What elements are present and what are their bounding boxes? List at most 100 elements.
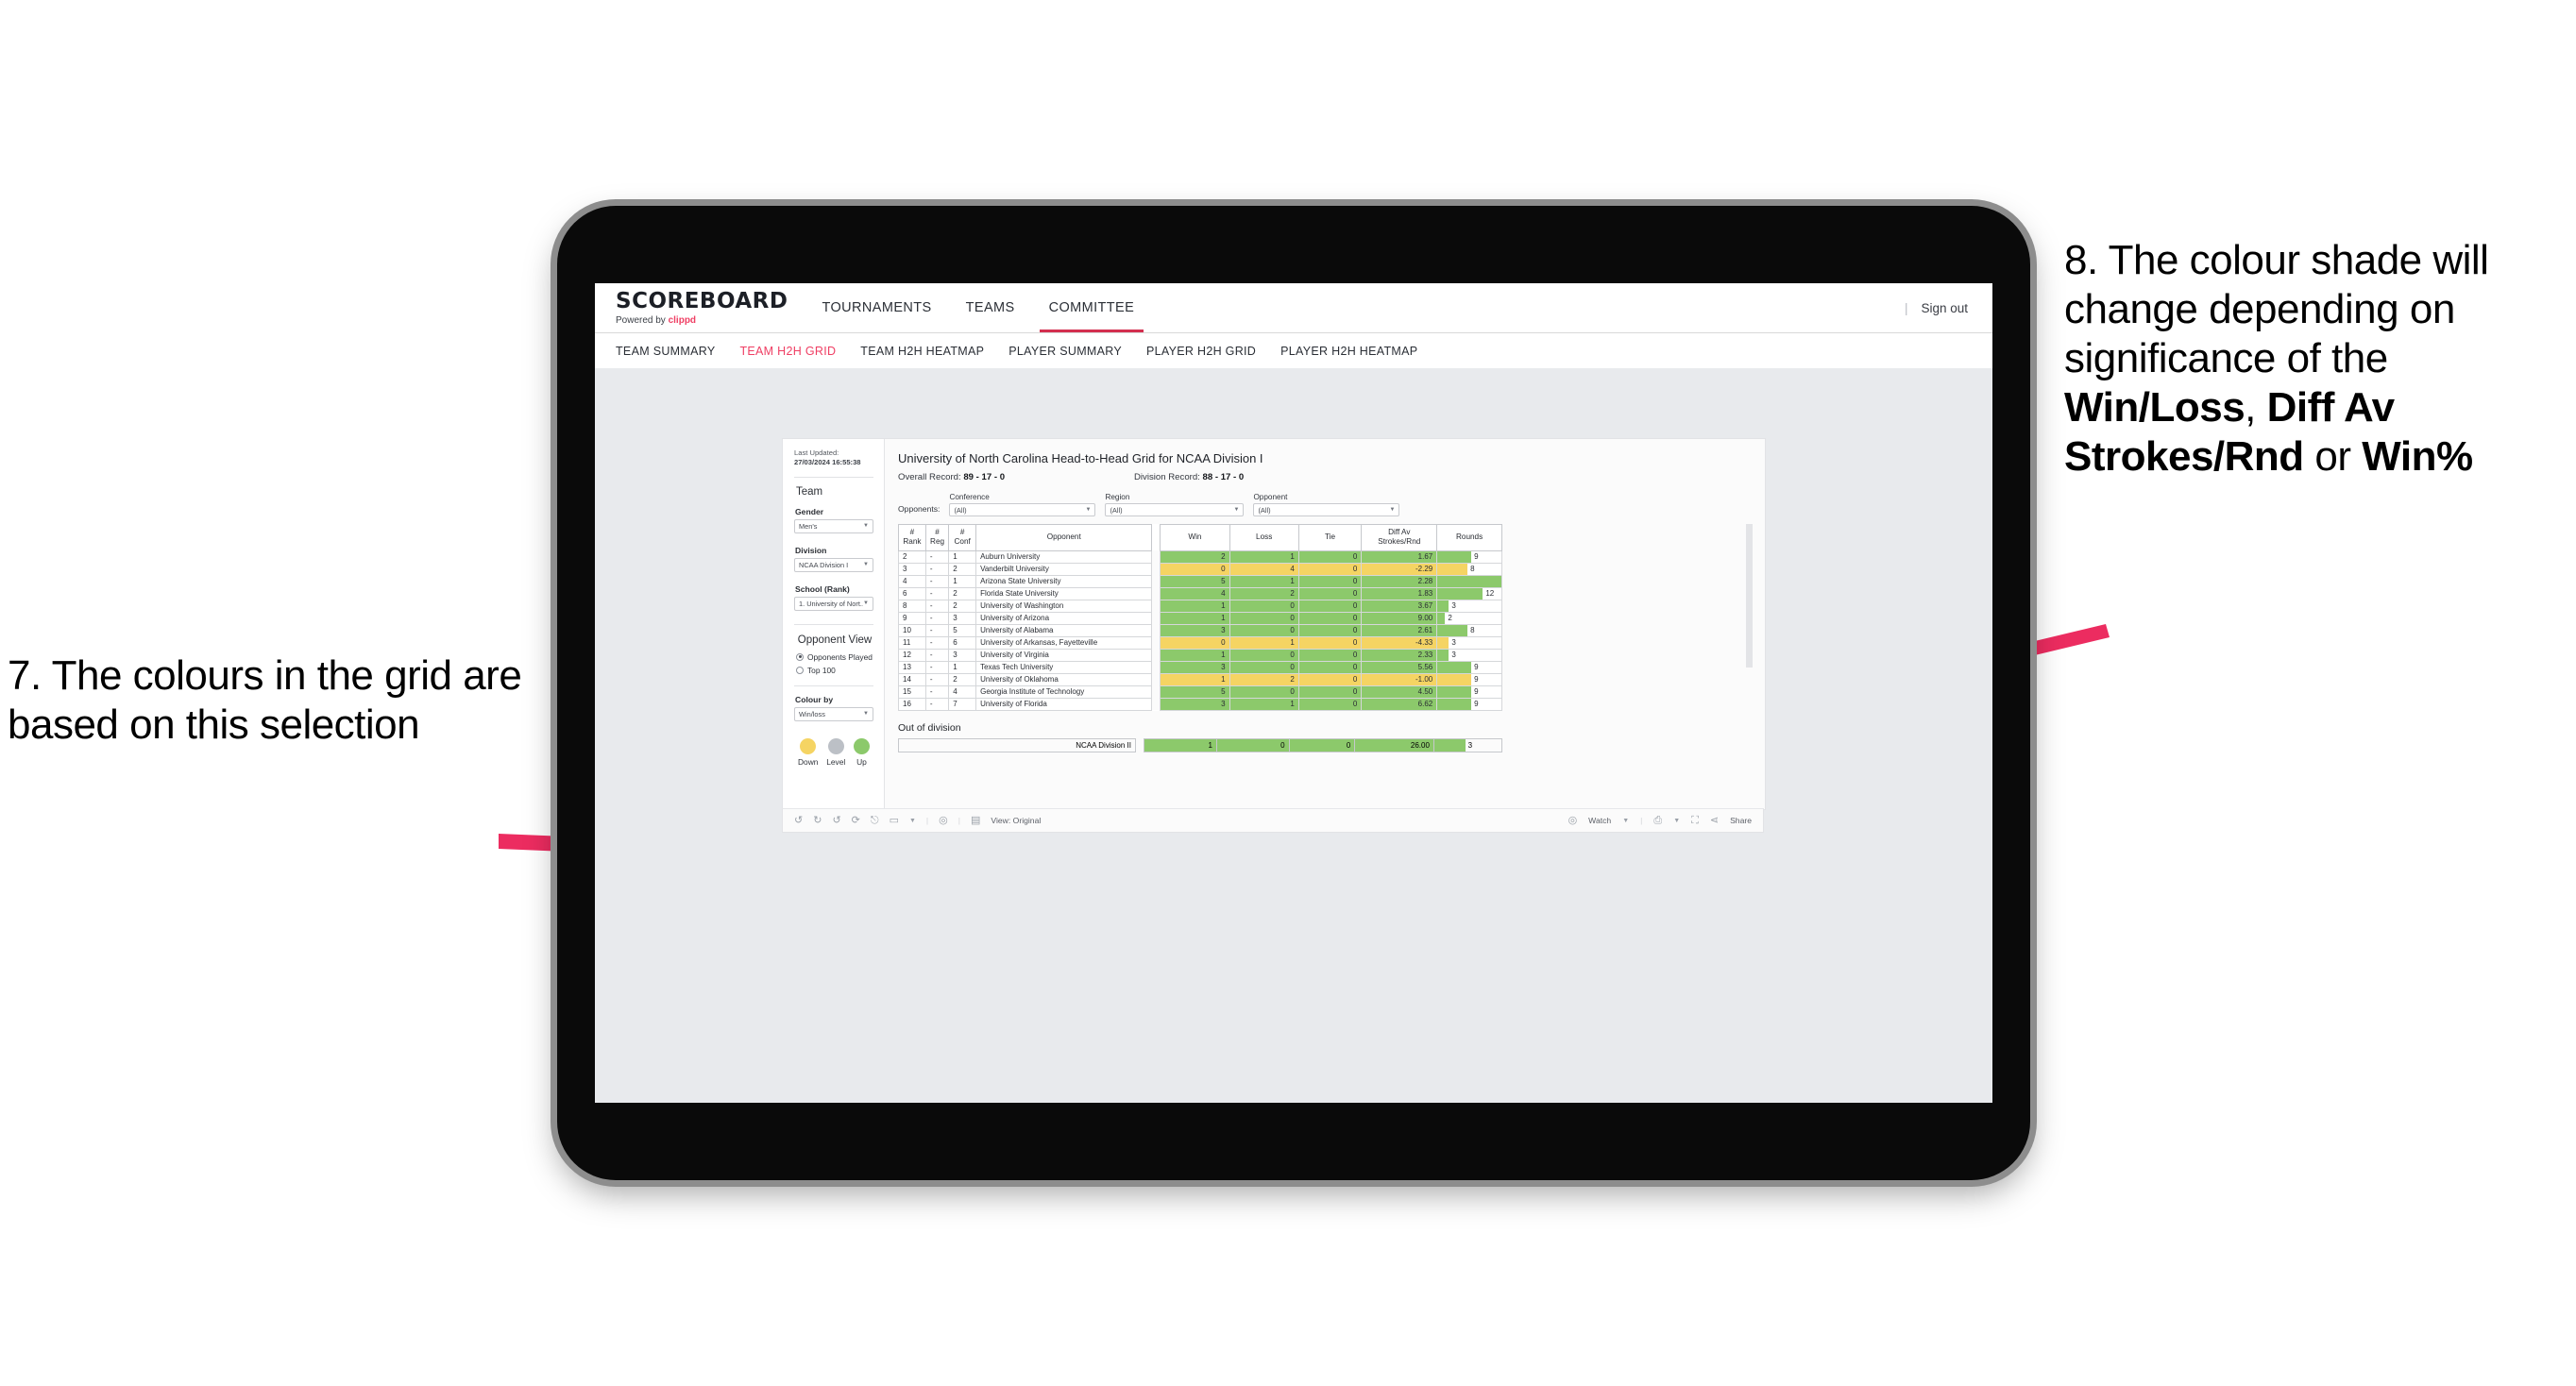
radio-top-100[interactable]: Top 100 [796,666,873,675]
watch-button[interactable]: Watch [1588,816,1611,825]
overall-record-value: 89 - 17 - 0 [963,472,1006,482]
annotation-left-number: 7. [8,652,42,699]
table-row[interactable]: 12-3 University of Virginia 1 0 0 2.33 3 [898,648,1502,662]
top-nav-teams[interactable]: TEAMS [949,283,1032,332]
legend-item-level: Level [826,737,845,767]
cell-win: 1 [1160,672,1230,686]
cell-tie: 0 [1297,562,1363,576]
chevron-down-icon[interactable]: ▼ [1673,818,1680,824]
table-row[interactable]: 9-3 University of Arizona 1 0 0 9.00 2 [898,611,1502,625]
revert-icon[interactable]: ↺ [832,815,840,826]
cell-opponent: University of Arkansas, Fayetteville [975,635,1153,650]
sub-nav-team-summary[interactable]: TEAM SUMMARY [616,345,715,358]
division-select[interactable]: NCAA Division I ▼ [794,557,873,572]
radio-opponents-played[interactable]: Opponents Played [796,652,873,662]
school-rank-value: 1. University of Nort... [799,599,864,608]
cell-reg: - [924,623,950,637]
region-select[interactable]: (All) ▼ [1105,503,1245,516]
cell-rounds: 9 [1436,697,1502,711]
cell-tie: 0 [1297,586,1363,600]
cell-tie: 0 [1297,635,1363,650]
cell-conf: 1 [948,660,977,674]
sub-nav-team-h2h-grid[interactable]: TEAM H2H GRID [739,345,836,358]
cell-win: 4 [1160,586,1230,600]
table-row[interactable]: 3-2 Vanderbilt University 0 4 0 -2.29 8 [898,562,1502,576]
download-icon[interactable]: ⎙ [1653,815,1662,826]
school-rank-select[interactable]: 1. University of Nort... ▼ [794,596,873,611]
table-row[interactable]: 6-2 Florida State University 4 2 0 1.83 12 [898,586,1502,600]
cell-gap [1135,738,1144,752]
workspace: Last Updated: 27/03/2024 16:55:38 Team G… [595,368,1992,1103]
cell-win: 1 [1160,648,1230,662]
opponent-select[interactable]: (All) ▼ [1253,503,1400,516]
cell-reg: - [924,562,950,576]
sub-nav-player-summary[interactable]: PLAYER SUMMARY [1008,345,1122,358]
cell-loss: 0 [1229,623,1299,637]
undo-icon[interactable]: ↺ [794,815,803,826]
chevron-down-icon: ▼ [1389,507,1396,513]
redo-icon[interactable]: ↻ [813,815,822,826]
opponent-label: Opponent [1253,493,1288,501]
rounds-bar [1437,564,1468,574]
top-nav-committee[interactable]: COMMITTEE [1032,283,1152,332]
table-scrollbar[interactable] [1746,524,1753,668]
gender-select[interactable]: Men's ▼ [794,518,873,533]
cell-diff: 9.00 [1361,611,1438,625]
cell-gap [1151,550,1161,563]
tablet-device: SCOREBOARD Powered by clippd TOURNAMENTS… [557,206,2030,1180]
sub-nav-player-h2h-heatmap[interactable]: PLAYER H2H HEATMAP [1280,345,1417,358]
rounds-value: 8 [1470,626,1475,634]
chevron-down-icon[interactable]: ▼ [909,818,916,824]
cell-rank: 13 [898,660,926,674]
conference-select[interactable]: (All) ▼ [949,503,1096,516]
refresh-icon[interactable]: ⟳ [852,815,860,826]
table-row[interactable]: 16-7 University of Florida 3 1 0 6.62 9 [898,697,1502,711]
legend-label-down: Down [798,756,819,767]
annotation-left: 7. The colours in the grid are based on … [8,651,565,750]
rounds-value: 3 [1467,740,1473,750]
cell-gap [1151,673,1161,685]
cell-rounds: 3 [1436,599,1502,613]
cell-diff: 1.83 [1361,586,1438,600]
table-row[interactable]: 13-1 Texas Tech University 3 0 0 5.56 9 [898,660,1502,674]
table-row[interactable]: 8-2 University of Washington 1 0 0 3.67 3 [898,599,1502,613]
pause-icon[interactable]: ⎋ [871,815,879,826]
cell-gap [1151,636,1161,649]
view-original-label[interactable]: View: Original [991,816,1041,825]
cell-reg: - [924,635,950,650]
table-row[interactable]: 2-1 Auburn University 2 1 0 1.67 9 [898,549,1502,564]
sign-out-link[interactable]: Sign out [1921,301,1968,315]
out-of-division-row[interactable]: NCAA Division II 1 0 0 26.00 3 [898,737,1503,752]
grid-header-row: # Rank # Reg # Conf Opponent Win Loss Tie Diff Av S… [898,524,1502,551]
cell-loss: 0 [1229,611,1299,625]
hdr-opponent: Opponent [975,524,1153,551]
chevron-down-icon[interactable]: ▼ [1622,818,1629,824]
cell-rounds: 3 [1436,648,1502,662]
table-row[interactable]: 10-5 University of Alabama 3 0 0 2.61 8 [898,623,1502,637]
divider-icon: | [1640,816,1643,825]
sub-nav: TEAM SUMMARY TEAM H2H GRID TEAM H2H HEAT… [595,333,1992,370]
ood-cell-opponent: NCAA Division II [898,737,1136,752]
table-row[interactable]: 4-1Arizona State University5102.2817 [898,574,1502,588]
sub-nav-player-h2h-grid[interactable]: PLAYER H2H GRID [1146,345,1256,358]
colour-by-select[interactable]: Win/loss ▼ [794,706,873,721]
cell-rank: 6 [898,586,926,600]
fullscreen-icon[interactable]: ⛶ [1691,815,1699,826]
rounds-value: 9 [1474,700,1479,708]
shape-icon[interactable]: ▭ [890,815,899,826]
top-nav-tournaments[interactable]: TOURNAMENTS [805,283,949,332]
table-row[interactable]: 11-6 University of Arkansas, Fayetteville… [898,635,1502,650]
cell-rank: 12 [898,648,926,662]
share-button[interactable]: Share [1730,816,1752,825]
help-icon[interactable]: ◎ [939,815,948,826]
cell-reg: - [924,660,950,674]
cell-reg: - [924,574,950,588]
table-row[interactable]: 14-2 University of Oklahoma 1 2 0 -1.00 9 [898,672,1502,686]
cell-rounds: 9 [1436,660,1502,674]
cell-rank: 4 [898,574,926,588]
cell-rank: 2 [898,549,926,564]
table-row[interactable]: 15-4 Georgia Institute of Technology 5 0 0 4.… [898,685,1502,699]
sub-nav-team-h2h-heatmap[interactable]: TEAM H2H HEATMAP [860,345,984,358]
cell-reg: - [924,648,950,662]
radio-icon [796,652,804,661]
